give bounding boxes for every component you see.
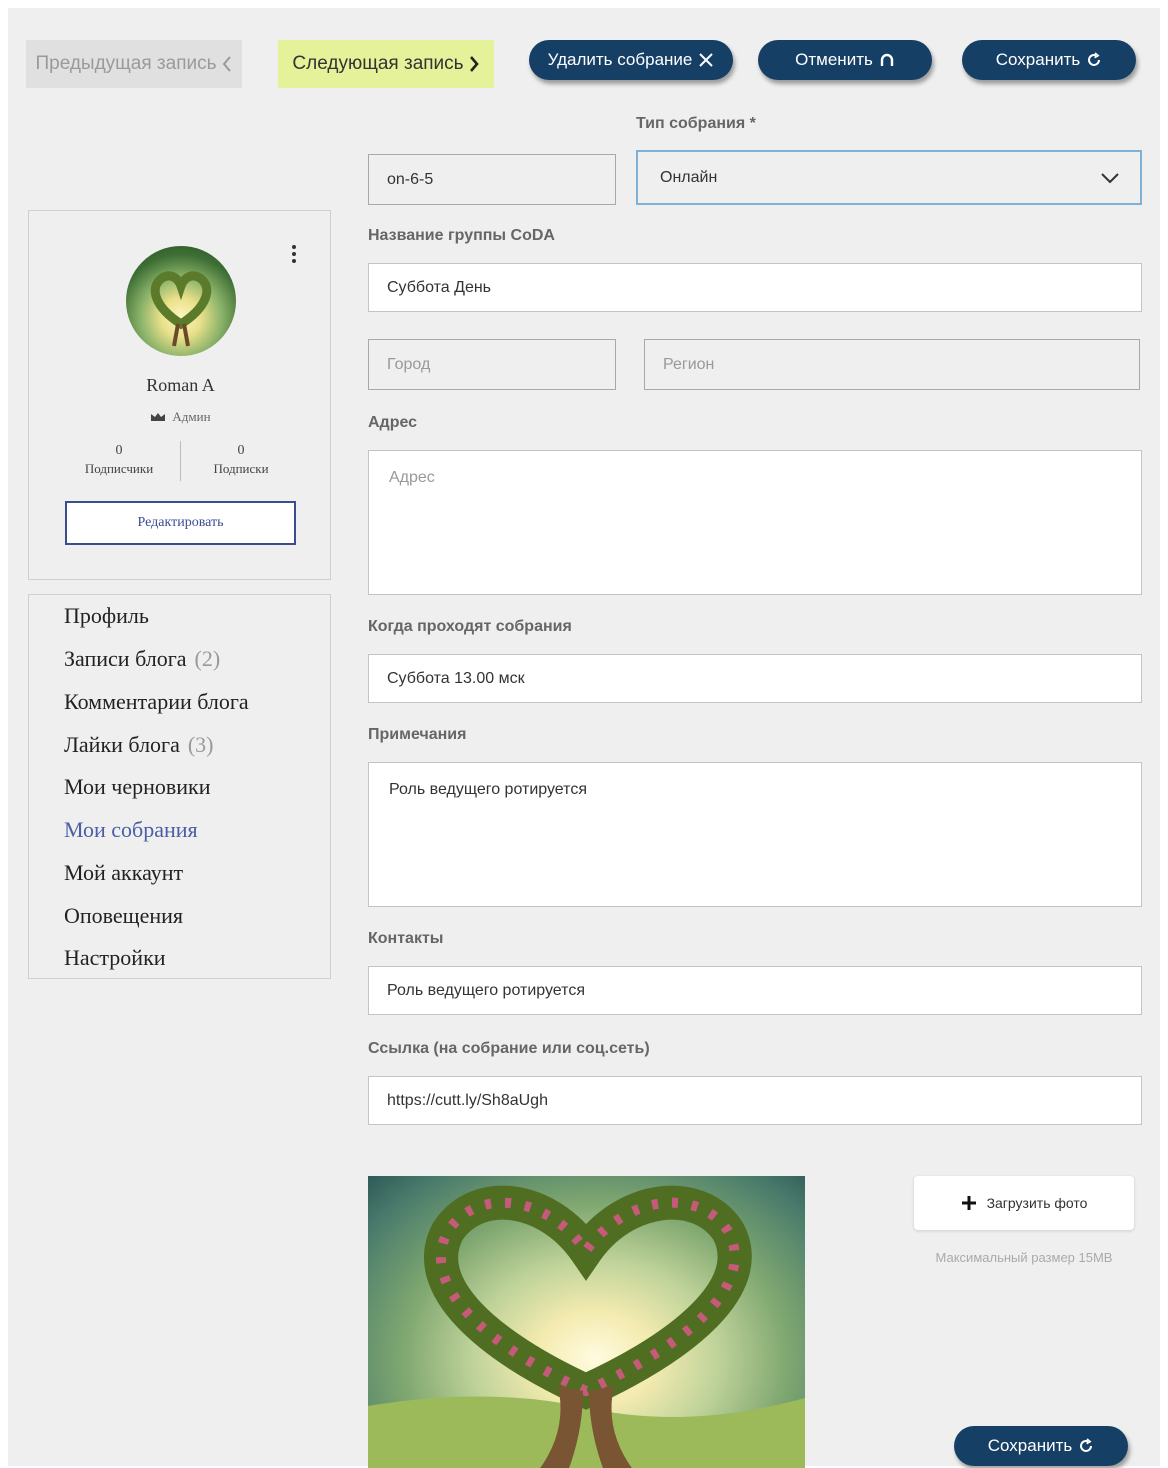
sidebar-item-notifications[interactable]: Оповещения [64, 903, 183, 929]
max-size-hint: Максимальный размер 15MB [935, 1250, 1113, 1265]
sidebar-item-label: Комментарии блога [64, 689, 249, 714]
crown-icon [151, 413, 166, 421]
close-icon [699, 53, 714, 67]
next-record-button[interactable]: Следующая запись [278, 40, 494, 88]
edit-profile-button[interactable]: Редактировать [65, 501, 296, 545]
notes-label: Примечания [368, 726, 467, 743]
sidebar-item-count: (2) [194, 646, 221, 671]
upload-photo-label: Загрузить фото [986, 1195, 1088, 1211]
following-count: 0 [237, 443, 245, 458]
next-record-label: Следующая запись [292, 53, 464, 74]
group-name-input[interactable]: Суббота День [368, 263, 1142, 312]
user-role: Админ [29, 409, 332, 425]
sidebar-menu: Профиль Записи блога (2) Комментарии блог… [28, 594, 331, 979]
sidebar-item-label: Записи блога [64, 646, 187, 671]
previous-record-label: Предыдущая запись [35, 53, 217, 74]
plus-icon [961, 1196, 976, 1210]
sidebar-item-my-meetings[interactable]: Мои собрания [64, 817, 198, 843]
refresh-icon [1080, 1438, 1093, 1452]
when-label: Когда проходят собрания [368, 618, 572, 635]
address-label: Адрес [368, 414, 418, 431]
save-label: Сохранить [995, 50, 1081, 69]
link-label: Ссылка (на собрание или соц.сеть) [368, 1040, 650, 1057]
sidebar-item-blog-posts[interactable]: Записи блога (2) [64, 646, 220, 672]
avatar [126, 246, 236, 356]
sidebar-item-label: Мой аккаунт [64, 860, 184, 885]
sidebar-item-label: Мои собрания [64, 817, 198, 842]
save-bottom-button[interactable]: Сохранить [954, 1426, 1128, 1466]
sidebar-item-label: Настройки [64, 945, 166, 970]
contacts-label: Контакты [368, 930, 444, 947]
chevron-down-icon [1101, 172, 1119, 183]
notes-textarea[interactable]: Роль ведущего ротируется [368, 762, 1142, 907]
address-textarea[interactable]: Адрес [368, 450, 1142, 595]
when-input[interactable]: Суббота 13.00 мск [368, 654, 1142, 703]
heart-tree-image [150, 271, 212, 347]
page: Предыдущая запись Следующая запись Удали… [8, 8, 1160, 1468]
more-options-icon[interactable] [287, 243, 301, 269]
refresh-icon [1088, 52, 1101, 66]
meeting-type-select[interactable]: Онлайн [636, 150, 1142, 205]
sidebar-item-settings[interactable]: Настройки [64, 945, 166, 971]
link-input[interactable]: https://cutt.ly/Sh8aUgh [368, 1076, 1142, 1125]
sidebar-item-label: Лайки блога [64, 732, 180, 757]
region-input[interactable]: Регион [644, 339, 1140, 390]
user-name: Roman A [146, 375, 215, 395]
sidebar-item-drafts[interactable]: Мои черновики [64, 774, 211, 800]
followers-count: 0 [115, 443, 123, 458]
previous-record-button[interactable]: Предыдущая запись [26, 40, 242, 88]
meeting-photo [368, 1176, 805, 1468]
cancel-label: Отменить [795, 50, 873, 69]
sidebar-item-profile[interactable]: Профиль [64, 603, 149, 629]
upload-photo-button[interactable]: Загрузить фото [914, 1176, 1134, 1230]
sidebar-item-label: Оповещения [64, 903, 184, 928]
sidebar-item-label: Профиль [64, 603, 149, 628]
following-stat[interactable]: 0 Подписки [181, 443, 301, 477]
profile-card: Roman A Админ 0 Подписчики 0 Подписки Ре… [28, 210, 331, 580]
delete-meeting-button[interactable]: Удалить собрание [529, 40, 733, 80]
save-button[interactable]: Сохранить [962, 40, 1136, 80]
followers-label: Подписчики [84, 461, 154, 476]
followers-stat[interactable]: 0 Подписчики [59, 443, 179, 477]
cancel-button[interactable]: Отменить [758, 40, 932, 80]
sidebar-item-blog-likes[interactable]: Лайки блога (3) [64, 732, 214, 758]
city-input[interactable]: Город [368, 339, 616, 390]
chevron-left-icon [222, 56, 231, 72]
following-label: Подписки [213, 461, 269, 476]
heart-tree-image [368, 1185, 805, 1468]
delete-meeting-label: Удалить собрание [547, 50, 693, 69]
sidebar-item-blog-comments[interactable]: Комментарии блога [64, 689, 249, 715]
group-name-label: Название группы CoDA [368, 227, 555, 244]
meeting-type-label: Тип собрания * [636, 115, 756, 132]
sidebar-item-count: (3) [187, 732, 214, 757]
chevron-right-icon [469, 56, 479, 72]
sidebar-item-label: Мои черновики [64, 774, 211, 799]
meeting-code-field[interactable]: on-6-5 [368, 154, 616, 205]
sidebar-item-account[interactable]: Мой аккаунт [64, 860, 183, 886]
undo-icon [880, 53, 894, 66]
meeting-type-value: Онлайн [660, 168, 718, 186]
save-bottom-label: Сохранить [987, 1436, 1073, 1455]
contacts-input[interactable]: Роль ведущего ротируется [368, 966, 1142, 1015]
user-role-label: Админ [172, 409, 211, 424]
